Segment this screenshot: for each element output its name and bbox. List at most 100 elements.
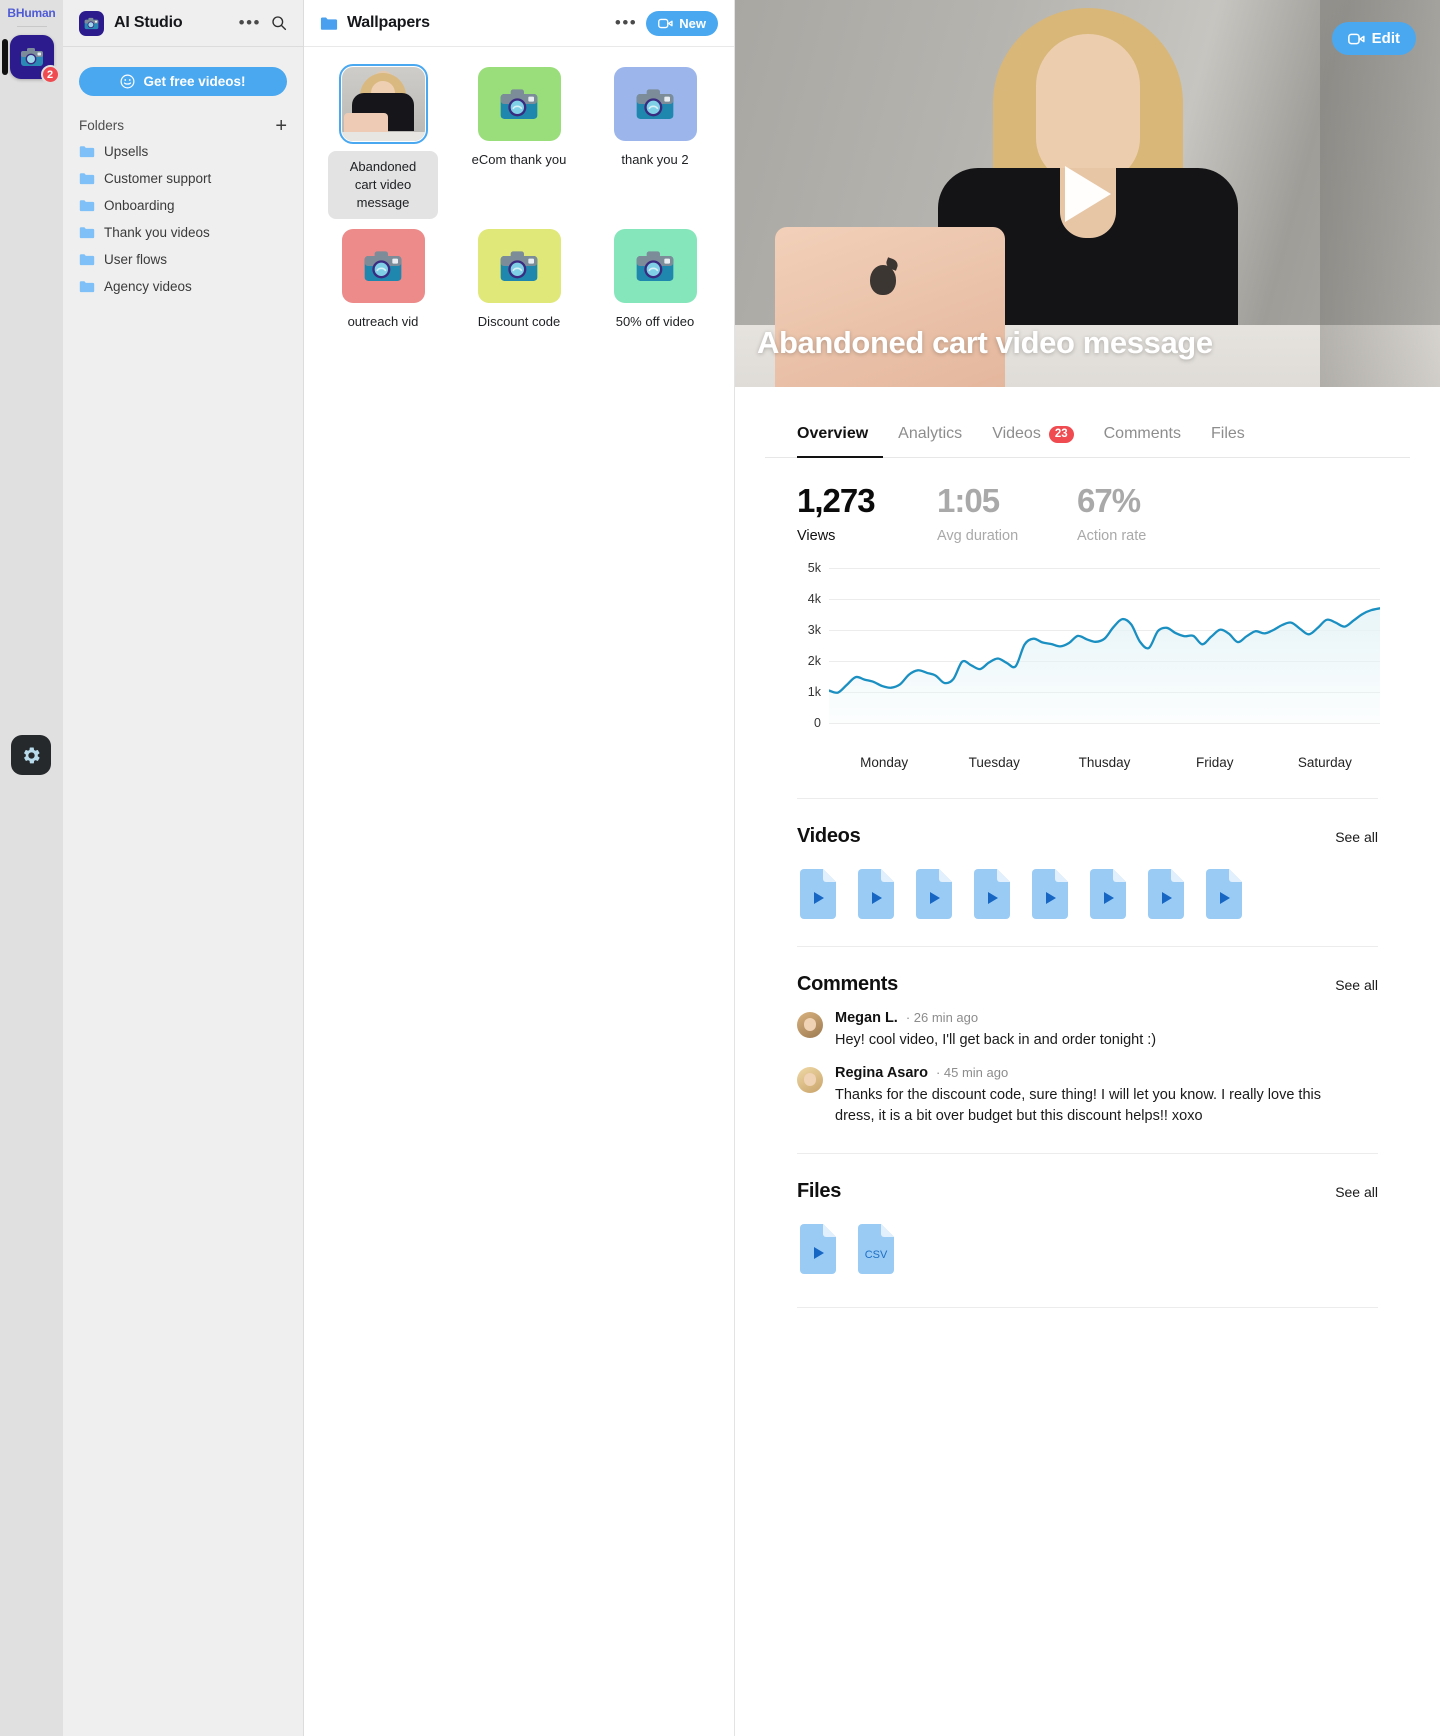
comment-text: Hey! cool video, I'll get back in and or… <box>835 1032 1157 1048</box>
tab-videos[interactable]: Videos 23 <box>992 425 1074 457</box>
folder-icon <box>79 227 95 239</box>
video-card-label: thank you 2 <box>621 152 689 167</box>
comments-section-title: Comments <box>797 973 898 995</box>
views-chart: 5k 4k 3k 2k 1k 0 Monday Tuesday Thusday Friday Sa… <box>765 544 1410 780</box>
video-card-label: 50% off video <box>615 313 695 329</box>
video-thumbnail <box>613 228 697 303</box>
chart-x-tick: Monday <box>860 755 909 770</box>
video-card-label: Discount code <box>477 313 561 329</box>
video-card[interactable]: Discount code <box>458 228 580 331</box>
video-card[interactable]: 50% off video <box>594 228 716 331</box>
sidebar-item-user-flows[interactable]: User flows <box>63 246 303 273</box>
videos-section-title: Videos <box>797 825 861 847</box>
tab-label: Analytics <box>898 425 963 442</box>
folder-icon <box>79 200 95 212</box>
video-file-icon[interactable] <box>1029 868 1071 920</box>
sidebar-item-upsells[interactable]: Upsells <box>63 138 303 165</box>
studio-app-icon <box>79 10 104 36</box>
chart-y-tick: 0 <box>814 716 821 730</box>
video-file-icon-glyph <box>800 1224 836 1275</box>
settings-button[interactable] <box>11 735 51 775</box>
sidebar-item-customer-support[interactable]: Customer support <box>63 165 303 192</box>
video-file-icon-glyph <box>800 869 836 919</box>
search-icon[interactable] <box>271 15 287 31</box>
video-hero[interactable]: Edit Abandoned cart video message <box>735 0 1440 387</box>
video-card[interactable]: Abandoned cart video message <box>322 64 444 219</box>
ellipsis-icon[interactable]: ••• <box>615 14 637 31</box>
video-file-icon[interactable] <box>797 868 839 920</box>
edit-button[interactable]: Edit <box>1331 22 1416 55</box>
comment-timestamp: · 45 min ago <box>935 1065 1009 1081</box>
chart-x-axis: Monday Tuesday Thusday Friday Saturday <box>829 755 1380 770</box>
video-file-icon[interactable] <box>1087 868 1129 920</box>
video-file-icon-glyph <box>1206 869 1242 919</box>
video-file-icon-glyph <box>974 869 1010 919</box>
workspace-avatar[interactable]: 2 <box>1 35 60 84</box>
apple-logo-icon <box>870 265 896 295</box>
video-card[interactable]: thank you 2 <box>594 67 716 219</box>
csv-file-icon[interactable]: CSV <box>855 1223 897 1275</box>
video-card[interactable]: outreach vid <box>322 228 444 331</box>
tab-analytics[interactable]: Analytics <box>898 425 962 457</box>
files-panel-header: Wallpapers ••• New <box>304 0 734 47</box>
video-thumbnail <box>613 67 697 141</box>
files-panel: Wallpapers ••• New Abandoned cart video … <box>304 0 735 1736</box>
plus-icon[interactable]: + <box>275 116 287 136</box>
chart-x-tick: Thusday <box>1078 755 1131 770</box>
ellipsis-icon[interactable]: ••• <box>239 14 261 31</box>
stat-action-rate: 67% Action rate <box>1077 482 1217 544</box>
files-section-title: Files <box>797 1180 842 1203</box>
new-button[interactable]: New <box>646 10 718 36</box>
comments-section: Comments See all Megan L. · 26 min ago Hey… <box>765 947 1410 1127</box>
brand-label: BHuman <box>7 6 56 20</box>
tab-overview[interactable]: Overview <box>797 425 868 457</box>
sidebar-item-onboarding[interactable]: Onboarding <box>63 192 303 219</box>
camera-icon <box>364 251 402 281</box>
tab-label: Comments <box>1103 425 1181 442</box>
folder-list: Upsells Customer support Onboarding Thank y… <box>63 138 303 300</box>
video-file-icon[interactable] <box>797 1223 839 1275</box>
chart-x-tick: Friday <box>1195 755 1234 770</box>
comment-author: Megan L. <box>835 1010 898 1026</box>
comment-item: Regina Asaro · 45 min ago Thanks for the d… <box>797 1065 1378 1127</box>
videos-see-all-link[interactable]: See all <box>1335 829 1378 845</box>
chart-x-tick: Saturday <box>1297 755 1352 770</box>
folder-icon <box>79 146 95 158</box>
stat-label: Avg duration <box>937 528 1019 544</box>
tab-bar: Overview Analytics Videos 23 Comments Files <box>765 387 1410 458</box>
chart-x-tick: Tuesday <box>968 755 1020 770</box>
tab-badge: 23 <box>1048 425 1074 443</box>
get-free-videos-button[interactable]: Get free videos! <box>79 67 287 96</box>
play-icon[interactable] <box>1064 165 1111 222</box>
tab-files[interactable]: Files <box>1211 425 1245 457</box>
svg-text:CSV: CSV <box>865 1249 888 1261</box>
tab-comments[interactable]: Comments <box>1104 425 1181 457</box>
video-thumbnail <box>477 228 561 303</box>
detail-content: Overview Analytics Videos 23 Comments Files 1… <box>735 387 1440 1309</box>
folders-label: Folders <box>79 118 125 133</box>
video-file-icon[interactable] <box>913 868 955 920</box>
folders-header: Folders + <box>63 96 303 138</box>
sidebar-item-label: Onboarding <box>104 198 175 213</box>
hero-title: Abandoned cart video message <box>757 325 1213 360</box>
tab-label: Overview <box>797 425 869 442</box>
avatar <box>797 1067 823 1094</box>
workspace-rail: BHuman 2 <box>0 0 63 1736</box>
sidebar-item-thank-you-videos[interactable]: Thank you videos <box>63 219 303 246</box>
video-file-icon[interactable] <box>855 868 897 920</box>
files-grid: Abandoned cart video message eCom thank y… <box>304 47 734 331</box>
comments-see-all-link[interactable]: See all <box>1335 977 1378 993</box>
chart-y-tick: 4k <box>807 592 821 606</box>
comment-timestamp: · 26 min ago <box>905 1010 979 1025</box>
video-camera-icon <box>1347 33 1365 44</box>
video-file-icon[interactable] <box>971 868 1013 920</box>
video-preview-image <box>341 67 425 141</box>
video-file-icon[interactable] <box>1203 868 1245 920</box>
video-file-icon[interactable] <box>1145 868 1187 920</box>
video-file-icon-glyph <box>1148 869 1184 919</box>
sidebar-item-agency-videos[interactable]: Agency videos <box>63 273 303 300</box>
stat-value: 67% <box>1077 482 1141 519</box>
files-see-all-link[interactable]: See all <box>1335 1184 1378 1200</box>
video-card[interactable]: eCom thank you <box>458 67 580 219</box>
stat-label: Action rate <box>1077 528 1147 544</box>
